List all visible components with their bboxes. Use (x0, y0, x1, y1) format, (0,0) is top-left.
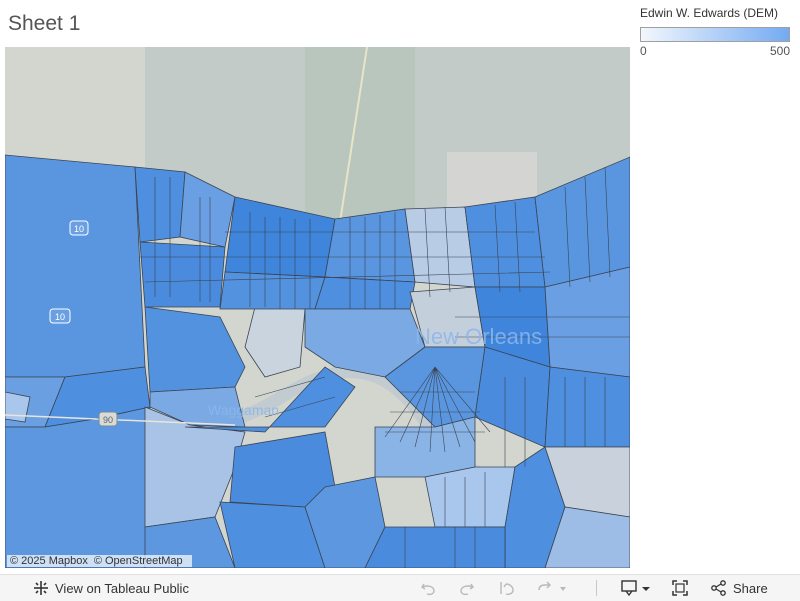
undo-button[interactable] (419, 579, 437, 597)
precinct-area[interactable] (464, 196, 546, 288)
precinct-area[interactable] (544, 366, 630, 448)
share-icon (711, 580, 726, 596)
sheet-title: Sheet 1 (8, 12, 81, 35)
precinct-area[interactable] (5, 391, 31, 423)
highway-90-shield: 90 (98, 411, 118, 427)
fullscreen-icon (672, 580, 688, 596)
legend-title: Edwin W. Edwards (DEM) (640, 6, 779, 20)
tableau-logo-icon (34, 581, 48, 595)
revert-button[interactable] (498, 579, 516, 597)
toolbar-divider (596, 580, 597, 596)
choropleth-map[interactable]: 10 10 90 New Orleans Waggaman © 2025 Map… (5, 47, 630, 568)
tableau-toolbar: View on Tableau Public Share (0, 574, 800, 601)
view-on-tableau-public-label: View on Tableau Public (55, 580, 189, 596)
map-attribution: © 2025 Mapbox © OpenStreetMap (7, 555, 192, 567)
mapbox-attribution-link[interactable]: © 2025 Mapbox (10, 555, 88, 567)
precinct-area[interactable] (5, 406, 151, 568)
wetland-area (305, 47, 415, 222)
color-legend: Edwin W. Edwards (DEM) 0 500 (640, 6, 792, 58)
refresh-button[interactable] (536, 579, 566, 597)
area-label: Waggaman (208, 402, 279, 418)
legend-min-label: 0 (640, 44, 647, 58)
precinct-area[interactable] (134, 166, 186, 243)
fullscreen-button[interactable] (671, 579, 689, 597)
precinct-area[interactable] (219, 271, 326, 310)
highway-90-label: 90 (103, 415, 113, 425)
share-button[interactable]: Share (710, 579, 768, 597)
precinct-area[interactable] (139, 241, 226, 308)
legend-max-label: 500 (769, 44, 790, 58)
redo-button[interactable] (458, 579, 476, 597)
precinct-area[interactable] (5, 154, 146, 378)
precinct-area[interactable] (364, 526, 506, 568)
highway-10-label: 10 (74, 224, 84, 234)
refresh-icon (538, 581, 566, 591)
highway-10b-shield: 10 (49, 308, 71, 324)
city-label: New Orleans (415, 324, 542, 349)
map-canvas[interactable]: 10 10 90 New Orleans Waggaman (5, 47, 630, 568)
redo-icon (460, 583, 474, 596)
download-icon (621, 580, 650, 597)
highway-10-shield: 10 (69, 220, 89, 236)
legend-gradient-bar[interactable] (640, 27, 790, 42)
osm-attribution-link[interactable]: © OpenStreetMap (94, 555, 183, 567)
share-label: Share (733, 580, 768, 596)
revert-icon (500, 582, 514, 595)
view-on-tableau-public-link[interactable]: View on Tableau Public (32, 579, 189, 597)
download-button[interactable] (620, 579, 652, 597)
precinct-area[interactable] (324, 208, 416, 283)
precinct-area[interactable] (424, 466, 516, 528)
highway-10b-label: 10 (55, 312, 65, 322)
legend-ticks: 0 500 (640, 44, 790, 58)
undo-icon (421, 583, 435, 596)
